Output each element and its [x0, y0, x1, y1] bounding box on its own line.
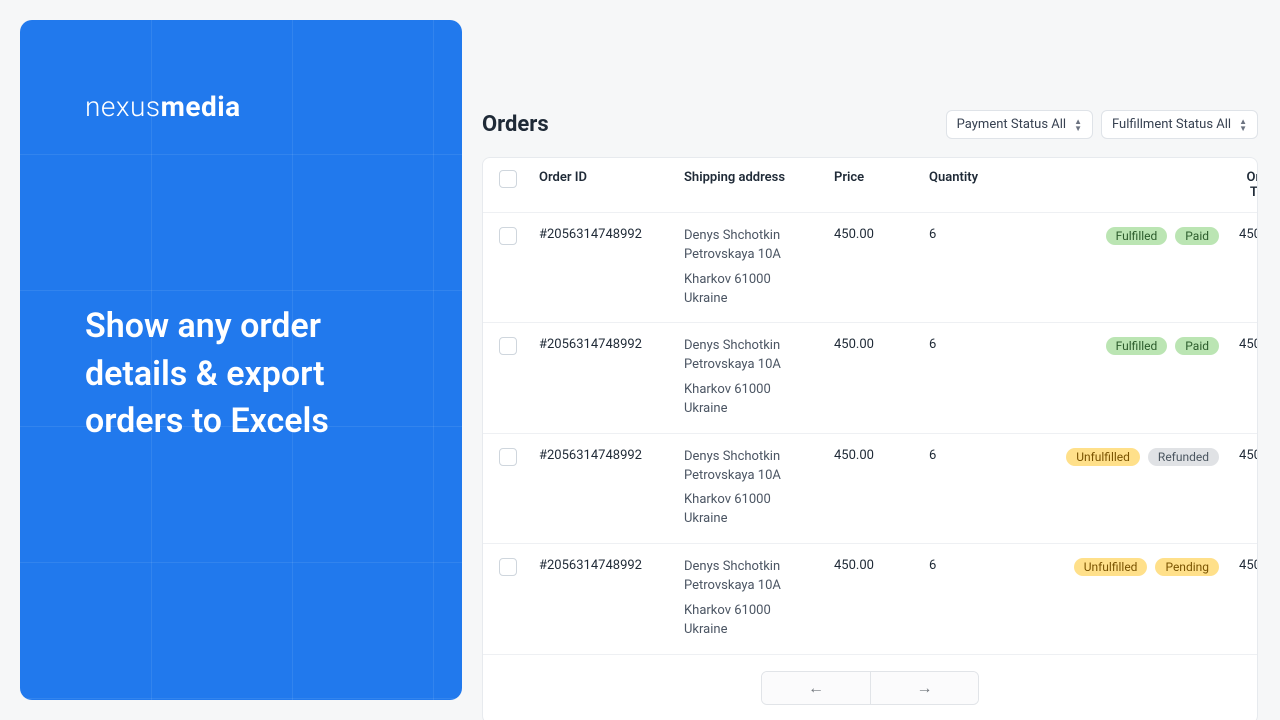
status-badges: Fulfilled Paid	[1029, 337, 1219, 355]
order-id: #2056314748992	[539, 337, 684, 352]
promo-headline: Show any order details & export orders t…	[85, 303, 402, 446]
price: 450.00	[834, 448, 929, 463]
payment-badge: Paid	[1175, 227, 1219, 245]
next-page-button[interactable]: →	[870, 672, 978, 704]
fulfillment-status-filter[interactable]: Fulfillment Status All ▲▼	[1101, 110, 1258, 139]
order-total: 450.00	[1219, 337, 1258, 352]
payment-badge: Paid	[1175, 337, 1219, 355]
sort-icon: ▲▼	[1074, 118, 1082, 132]
col-price: Price	[834, 170, 929, 185]
promo-sidebar: nexusmedia Show any order details & expo…	[20, 20, 462, 700]
payment-badge: Pending	[1155, 558, 1219, 576]
fulfillment-badge: Fulfilled	[1106, 337, 1168, 355]
sort-icon: ▲▼	[1239, 118, 1247, 132]
brand-logo: nexusmedia	[85, 90, 402, 123]
table-row: #2056314748992 Denys Shchotkin Petrovska…	[483, 323, 1257, 433]
fulfillment-filter-label: Fulfillment Status All	[1112, 117, 1231, 132]
status-badges: Unfulfilled Pending	[1029, 558, 1219, 576]
quantity: 6	[929, 227, 1029, 242]
fulfillment-badge: Fulfilled	[1106, 227, 1168, 245]
payment-status-filter[interactable]: Payment Status All ▲▼	[946, 110, 1093, 139]
arrow-right-icon: →	[917, 678, 933, 698]
shipping-address: Denys Shchotkin Petrovskaya 10A Kharkov …	[684, 337, 834, 418]
order-id: #2056314748992	[539, 448, 684, 463]
order-total: 450.00	[1219, 558, 1258, 573]
quantity: 6	[929, 558, 1029, 573]
shipping-address: Denys Shchotkin Petrovskaya 10A Kharkov …	[684, 227, 834, 308]
order-id: #2056314748992	[539, 227, 684, 242]
arrow-left-icon: ←	[808, 678, 824, 698]
fulfillment-badge: Unfulfilled	[1066, 448, 1140, 466]
shipping-address: Denys Shchotkin Petrovskaya 10A Kharkov …	[684, 558, 834, 639]
quantity: 6	[929, 448, 1029, 463]
filter-group: Payment Status All ▲▼ Fulfillment Status…	[946, 110, 1258, 139]
select-all-checkbox[interactable]	[499, 170, 517, 188]
top-bar: Orders Payment Status All ▲▼ Fulfillment…	[482, 110, 1258, 139]
table-row: #2056314748992 Denys Shchotkin Petrovska…	[483, 544, 1257, 654]
prev-page-button[interactable]: ←	[762, 672, 870, 704]
fulfillment-badge: Unfulfilled	[1074, 558, 1148, 576]
payment-filter-label: Payment Status All	[957, 117, 1066, 132]
row-checkbox[interactable]	[499, 558, 517, 576]
price: 450.00	[834, 558, 929, 573]
col-order-id: Order ID	[539, 170, 684, 185]
row-checkbox[interactable]	[499, 448, 517, 466]
main-content: Orders Payment Status All ▲▼ Fulfillment…	[462, 0, 1280, 720]
table-header: Order ID Shipping address Price Quantity…	[483, 158, 1257, 213]
page-title: Orders	[482, 112, 549, 137]
order-id: #2056314748992	[539, 558, 684, 573]
order-total: 450.00	[1219, 448, 1258, 463]
row-checkbox[interactable]	[499, 337, 517, 355]
row-checkbox[interactable]	[499, 227, 517, 245]
brand-prefix: nexus	[85, 90, 161, 123]
status-badges: Fulfilled Paid	[1029, 227, 1219, 245]
price: 450.00	[834, 337, 929, 352]
table-row: #2056314748992 Denys Shchotkin Petrovska…	[483, 434, 1257, 544]
quantity: 6	[929, 337, 1029, 352]
pagination: ← →	[483, 655, 1257, 720]
orders-table: Order ID Shipping address Price Quantity…	[482, 157, 1258, 720]
payment-badge: Refunded	[1148, 448, 1219, 466]
brand-bold: media	[161, 90, 241, 123]
status-badges: Unfulfilled Refunded	[1029, 448, 1219, 466]
col-qty: Quantity	[929, 170, 1029, 185]
col-shipping: Shipping address	[684, 170, 834, 185]
price: 450.00	[834, 227, 929, 242]
shipping-address: Denys Shchotkin Petrovskaya 10A Kharkov …	[684, 448, 834, 529]
order-total: 450.00	[1219, 227, 1258, 242]
col-total: Order Total	[1219, 170, 1258, 200]
table-row: #2056314748992 Denys Shchotkin Petrovska…	[483, 213, 1257, 323]
